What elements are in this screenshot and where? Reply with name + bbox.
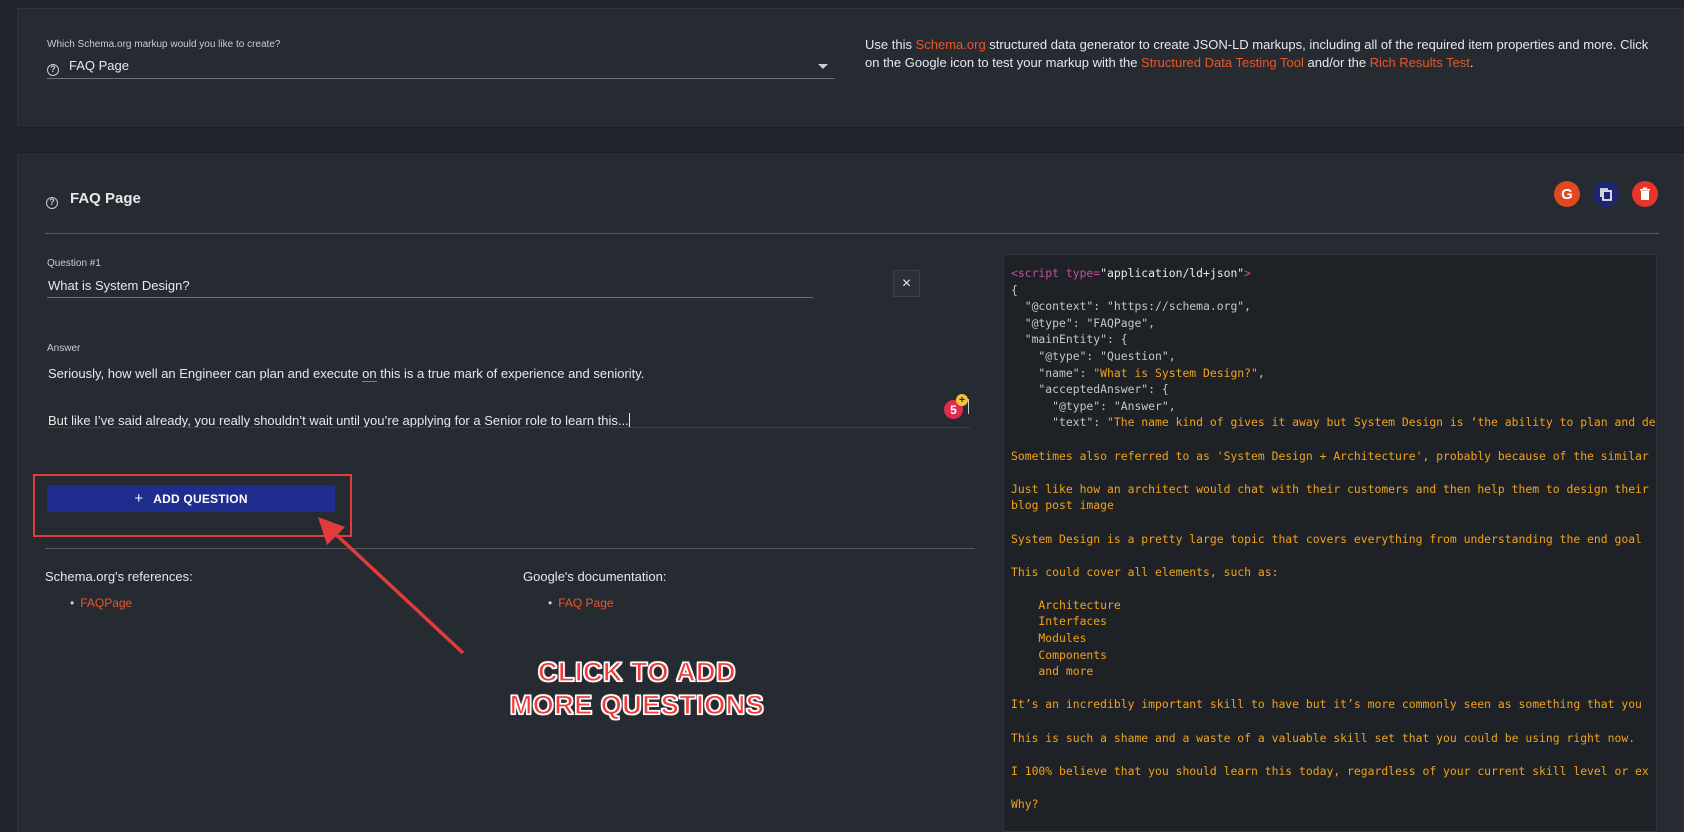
google-test-button[interactable]: G [1554, 181, 1580, 207]
rich-results-test-link[interactable]: Rich Results Test [1370, 55, 1470, 70]
schema-references-title: Schema.org's references: [45, 569, 193, 584]
google-icon: G [1561, 185, 1573, 203]
scroll-caret [968, 399, 969, 414]
markup-select-underline [47, 78, 835, 79]
add-question-button[interactable]: + ADD QUESTION [47, 485, 335, 512]
help-icon: ? [47, 59, 59, 77]
answer-label: Answer [47, 343, 81, 354]
markup-select-label: Which Schema.org markup would you like t… [47, 39, 281, 50]
question-underline [47, 297, 813, 298]
intro-text: Use this Schema.org structured data gene… [865, 37, 1649, 70]
google-docs-title: Google's documentation: [523, 569, 667, 584]
close-icon: × [901, 274, 912, 292]
answer-underline [47, 427, 970, 428]
trash-icon [1640, 187, 1650, 200]
grammar-plus-icon: + [956, 394, 968, 406]
remove-question-button[interactable]: × [893, 270, 920, 297]
faqpage-reference-link[interactable]: FAQPage [70, 596, 132, 610]
question-label: Question #1 [47, 258, 101, 269]
copy-icon [1600, 188, 1612, 201]
title-divider [45, 233, 1659, 234]
annotation-arrow [318, 517, 465, 655]
answer-text-code: Sometimes also referred to as 'System De… [1011, 448, 1649, 831]
structured-data-testing-tool-link[interactable]: Structured Data Testing Tool [1141, 55, 1304, 70]
plus-icon: + [134, 490, 144, 507]
faq-help-icon: ? [46, 192, 58, 210]
delete-button[interactable] [1632, 181, 1658, 207]
dropdown-arrow-icon[interactable] [818, 64, 828, 69]
markup-select-value[interactable]: FAQ Page [69, 58, 129, 73]
references-divider [45, 548, 975, 549]
json-ld-code-preview[interactable]: <script type="application/ld+json"> { "@… [1003, 254, 1657, 832]
question-input[interactable]: What is System Design? [48, 278, 190, 293]
section-title: FAQ Page [70, 190, 141, 207]
answer-textarea-line2[interactable]: But like I’ve said already, you really s… [48, 413, 938, 428]
copy-button[interactable] [1593, 181, 1619, 207]
google-faq-doc-link[interactable]: FAQ Page [548, 596, 613, 610]
schema-org-link[interactable]: Schema.org [916, 37, 986, 52]
answer-textarea[interactable]: Seriously, how well an Engineer can plan… [48, 366, 968, 382]
add-question-label: ADD QUESTION [153, 491, 248, 506]
annotation-text: CLICK TO ADD MORE QUESTIONS [509, 656, 765, 720]
